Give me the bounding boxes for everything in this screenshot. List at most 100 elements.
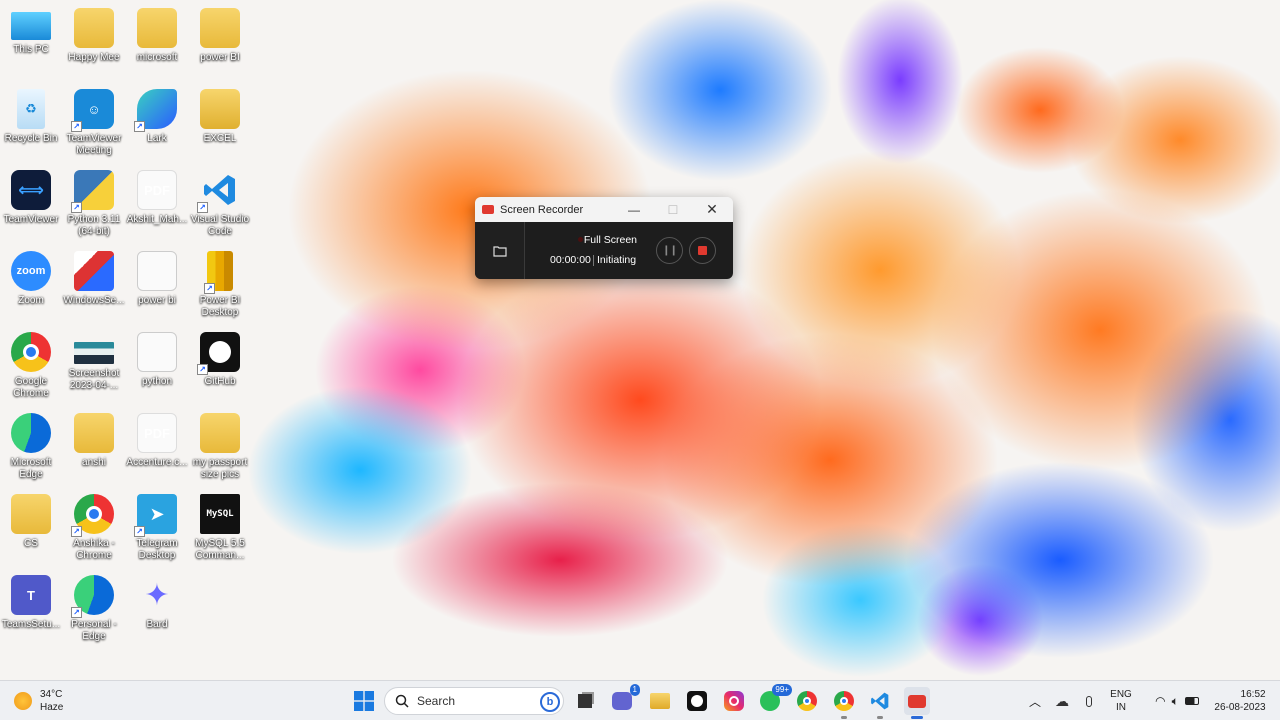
file-explorer-icon bbox=[650, 693, 670, 709]
taskbar-file-explorer[interactable] bbox=[648, 687, 672, 715]
desktop-icon-recycle-bin[interactable]: ♻ Recycle Bin bbox=[0, 83, 64, 163]
github-icon bbox=[687, 691, 707, 711]
desktop-icon-power-bi-doc[interactable]: power bi bbox=[124, 245, 190, 325]
taskbar-chrome-profile[interactable] bbox=[832, 687, 856, 719]
monitor-icon bbox=[11, 12, 51, 40]
desktop-icon-personal-edge[interactable]: ↗ Personal - Edge bbox=[61, 569, 127, 649]
desktop-icon-windows-security[interactable]: WindowsSe... bbox=[61, 245, 127, 325]
open-folder-button[interactable] bbox=[475, 222, 525, 279]
taskbar-teams[interactable]: 1 bbox=[610, 684, 640, 715]
maximize-button[interactable]: ☐ bbox=[654, 197, 692, 222]
folder-icon bbox=[11, 494, 51, 534]
desktop-icon-python-doc[interactable]: python bbox=[124, 326, 190, 406]
recording-timer: 00:00:00 bbox=[550, 254, 591, 266]
desktop-icon-python[interactable]: ↗ Python 3.11 (64-bit) bbox=[61, 164, 127, 244]
windows-logo-icon bbox=[354, 691, 374, 711]
edge-profile-icon: ↗ bbox=[71, 575, 114, 618]
desktop-icon-teams-setup[interactable]: T TeamsSetu... bbox=[0, 569, 64, 649]
vscode-icon bbox=[871, 692, 889, 710]
stop-button[interactable] bbox=[689, 237, 716, 264]
screen-recorder-window[interactable]: Screen Recorder — ☐ ✕ Full Screen 00:00:… bbox=[475, 197, 733, 279]
microphone-icon bbox=[1086, 695, 1092, 707]
desktop-icon-bard[interactable]: ✦ Bard bbox=[124, 569, 190, 649]
teamviewer-meeting-icon: ☺ ↗ bbox=[71, 89, 114, 132]
desktop-icon-anshika-chrome[interactable]: ↗ Anshika - Chrome bbox=[61, 488, 127, 568]
pause-button[interactable]: ❙❙ bbox=[656, 237, 683, 264]
desktop-icon-teamviewer-meeting[interactable]: ☺ ↗ TeamViewer Meeting bbox=[61, 83, 127, 163]
taskbar: 34°C Haze Search b 1 99+ ︿ ☁ ENG IN ◠ 🔈︎… bbox=[0, 680, 1280, 720]
desktop-icon-akshit-pdf[interactable]: PDF Akshit_Mah... bbox=[124, 164, 190, 244]
desktop-icon-excel-folder[interactable]: EXCEL bbox=[187, 83, 253, 163]
task-view-button[interactable] bbox=[574, 687, 596, 715]
bard-icon: ✦ bbox=[144, 578, 170, 612]
desktop-icon-vscode[interactable]: ↗ Visual Studio Code bbox=[187, 164, 253, 244]
chevron-up-icon: ︿ bbox=[1028, 694, 1041, 709]
taskbar-screen-recorder[interactable] bbox=[904, 687, 930, 719]
document-icon bbox=[137, 332, 177, 372]
desktop-icon-power-bi-folder[interactable]: power BI bbox=[187, 2, 253, 82]
sun-haze-icon bbox=[14, 692, 32, 710]
recorder-title-bar[interactable]: Screen Recorder — ☐ ✕ bbox=[475, 197, 733, 222]
taskbar-vscode[interactable] bbox=[868, 687, 892, 719]
desktop-icon-microsoft-edge[interactable]: Microsoft Edge bbox=[0, 407, 64, 487]
instagram-icon bbox=[724, 691, 744, 711]
desktop-icon-telegram[interactable]: ➤ ↗ Telegram Desktop bbox=[124, 488, 190, 568]
clock[interactable]: 16:52 26-08-2023 bbox=[1208, 687, 1272, 715]
github-icon: ↗ bbox=[197, 332, 240, 375]
taskbar-instagram[interactable] bbox=[722, 687, 746, 715]
desktop-icon-zoom[interactable]: zoom Zoom bbox=[0, 245, 64, 325]
document-icon bbox=[137, 251, 177, 291]
recycle-bin-icon: ♻ bbox=[17, 89, 45, 129]
teams-badge: 1 bbox=[629, 684, 640, 696]
language-code: ENG bbox=[1110, 689, 1132, 700]
shortcut-arrow-icon: ↗ bbox=[197, 202, 208, 213]
battery-icon bbox=[1184, 697, 1199, 705]
close-button[interactable]: ✕ bbox=[693, 197, 731, 222]
weather-temperature: 34°C bbox=[40, 689, 63, 700]
bing-icon: b bbox=[540, 692, 560, 712]
desktop-icon-google-chrome[interactable]: Google Chrome bbox=[0, 326, 64, 406]
desktop-icon-microsoft[interactable]: microsoft bbox=[124, 2, 190, 82]
microphone-button[interactable] bbox=[1080, 687, 1098, 715]
vscode-icon: ↗ bbox=[197, 170, 240, 213]
desktop-icon-accenture-pdf[interactable]: PDF Accenture.c... bbox=[124, 407, 190, 487]
edge-icon bbox=[11, 413, 51, 453]
search-icon bbox=[395, 694, 409, 708]
onedrive-button[interactable]: ☁ bbox=[1052, 687, 1072, 715]
taskbar-github[interactable] bbox=[685, 687, 709, 715]
weather-widget[interactable]: 34°C Haze bbox=[14, 686, 63, 716]
taskbar-whatsapp[interactable]: 99+ bbox=[758, 684, 792, 715]
desktop-icon-anshi[interactable]: anshi bbox=[61, 407, 127, 487]
desktop-icon-mysql[interactable]: MySQL MySQL 5.5 Comman... bbox=[187, 488, 253, 568]
chrome-icon bbox=[797, 691, 817, 711]
desktop-icon-cs[interactable]: CS bbox=[0, 488, 64, 568]
desktop-icon-teamviewer[interactable]: ⟺ TeamViewer bbox=[0, 164, 64, 244]
chrome-profile-icon bbox=[834, 691, 854, 711]
taskbar-search[interactable]: Search b bbox=[384, 687, 564, 715]
desktop-icon-screenshot[interactable]: Screenshot 2023-04-... bbox=[61, 326, 127, 406]
recording-status: Initiating bbox=[597, 254, 637, 266]
language-indicator[interactable]: ENG IN bbox=[1106, 687, 1136, 715]
windows-security-icon bbox=[74, 251, 114, 291]
desktop-icon-happy-mee[interactable]: Happy Mee bbox=[61, 2, 127, 82]
desktop-icon-this-pc[interactable]: This PC bbox=[0, 2, 64, 82]
show-hidden-icons-button[interactable]: ︿ bbox=[1026, 687, 1044, 715]
search-label: Search bbox=[417, 694, 456, 708]
desktop-icon-github[interactable]: ↗ GitHub bbox=[187, 326, 253, 406]
shortcut-arrow-icon: ↗ bbox=[197, 364, 208, 375]
quick-settings-button[interactable]: ◠ 🔈︎ bbox=[1143, 687, 1211, 715]
active-indicator bbox=[877, 716, 883, 719]
mysql-icon: MySQL bbox=[200, 494, 240, 534]
screen-recorder-icon bbox=[908, 694, 926, 708]
shortcut-arrow-icon: ↗ bbox=[71, 526, 82, 537]
start-button[interactable] bbox=[350, 687, 378, 715]
teamviewer-icon: ⟺ bbox=[11, 170, 51, 210]
zoom-icon: zoom bbox=[11, 251, 51, 291]
chrome-profile-icon: ↗ bbox=[71, 494, 114, 537]
desktop-icon-lark[interactable]: ↗ Lark bbox=[124, 83, 190, 163]
desktop-icon-passport-pics[interactable]: my passport size pics bbox=[187, 407, 253, 487]
shortcut-arrow-icon: ↗ bbox=[204, 283, 215, 294]
taskbar-chrome[interactable] bbox=[795, 687, 819, 715]
desktop-icon-power-bi-desktop[interactable]: ↗ Power BI Desktop bbox=[187, 245, 253, 325]
minimize-button[interactable]: — bbox=[615, 197, 653, 222]
